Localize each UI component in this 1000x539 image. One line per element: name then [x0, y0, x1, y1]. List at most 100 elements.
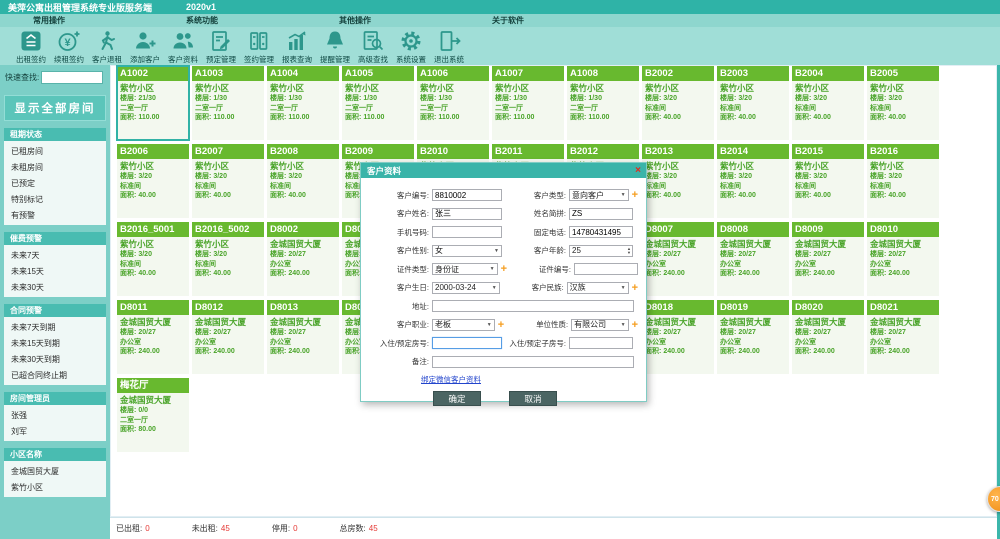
customer-id-field[interactable] — [432, 189, 502, 201]
room-card[interactable]: A1006紫竹小区楼层:1/30二室一厅面积:110.00 — [417, 66, 489, 140]
toolbar-button-lease-sign[interactable]: 出租签约 — [12, 27, 50, 65]
customer-birthday-select[interactable]: 2000-03-24▼ — [432, 282, 500, 294]
sidebar-item[interactable]: 未来30天到期 — [4, 351, 106, 367]
room-card[interactable]: B2013紫竹小区楼层:3/20标准间面积:40.00 — [642, 144, 714, 218]
customer-name-field[interactable] — [432, 208, 502, 220]
sidebar-item[interactable]: 特别标记 — [4, 191, 106, 207]
toolbar-button-reservation[interactable]: 预定管理 — [202, 27, 240, 65]
address-field[interactable] — [432, 300, 634, 312]
toolbar-button-report[interactable]: 报表查询 — [278, 27, 316, 65]
add-option-icon[interactable]: + — [632, 320, 638, 330]
quick-search-input[interactable] — [41, 71, 103, 84]
room-area-value: 40.00 — [288, 192, 306, 199]
id-type-select[interactable]: 身份证▼ — [432, 263, 498, 275]
toolbar-button-contract[interactable]: 签约管理 — [240, 27, 278, 65]
sidebar-item[interactable]: 紫竹小区 — [4, 479, 106, 495]
toolbar-button-advanced-search[interactable]: 高级查找 — [354, 27, 392, 65]
menu-item-4[interactable]: 关于软件 — [492, 15, 612, 26]
room-card[interactable]: B2003紫竹小区楼层:3/20标准间面积:40.00 — [717, 66, 789, 140]
room-card[interactable]: A1004紫竹小区楼层:1/30二室一厅面积:110.00 — [267, 66, 339, 140]
company-type-select[interactable]: 有限公司▼ — [571, 319, 628, 331]
sidebar-item[interactable]: 未来15天到期 — [4, 335, 106, 351]
room-card[interactable]: 梅花厅金城国贸大厦楼层:0/0二室一厅面积:80.00 — [117, 378, 189, 452]
spinner-down-icon[interactable]: ▼ — [627, 251, 631, 255]
toolbar-button-customer-info[interactable]: 客户资料 — [164, 27, 202, 65]
sidebar-item[interactable]: 未来7天到期 — [4, 319, 106, 335]
add-option-icon[interactable]: + — [632, 190, 638, 200]
remark-field[interactable] — [432, 356, 634, 368]
toolbar-button-exit[interactable]: 退出系统 — [430, 27, 468, 65]
sidebar-item[interactable]: 金城国贸大厦 — [4, 463, 106, 479]
room-card[interactable]: A1002紫竹小区楼层:21/30二室一厅面积:110.00 — [117, 66, 189, 140]
spinner-arrows-icon[interactable]: ▲▼ — [627, 247, 631, 255]
ok-button[interactable]: 确定 — [433, 391, 481, 406]
room-card[interactable]: D8011金城国贸大厦楼层:20/27办公室面积:240.00 — [117, 300, 189, 374]
menu-item-1[interactable]: 常用操作 — [33, 15, 153, 26]
room-type: 办公室 — [195, 338, 261, 348]
toolbar-button-settings[interactable]: 系统设置 — [392, 27, 430, 65]
sub-room-number-field[interactable] — [569, 337, 633, 349]
id-number-field[interactable] — [574, 263, 638, 275]
show-all-rooms-button[interactable]: 显示全部房间 — [4, 95, 106, 121]
customer-type-select[interactable]: 意向客户▼ — [569, 189, 629, 201]
sidebar-item[interactable]: 有预警 — [4, 207, 106, 223]
room-card[interactable]: B2008紫竹小区楼层:3/20标准间面积:40.00 — [267, 144, 339, 218]
room-card[interactable]: A1008紫竹小区楼层:1/30二室一厅面积:110.00 — [567, 66, 639, 140]
room-card[interactable]: D8019金城国贸大厦楼层:20/27办公室面积:240.00 — [717, 300, 789, 374]
sidebar-item[interactable]: 未租房间 — [4, 159, 106, 175]
toolbar-button-reminder[interactable]: 提醒管理 — [316, 27, 354, 65]
room-card[interactable]: B2016_5001紫竹小区楼层:3/20标准间面积:40.00 — [117, 222, 189, 296]
sidebar-item[interactable]: 已预定 — [4, 175, 106, 191]
customer-ethnicity-select[interactable]: 汉族▼ — [567, 282, 629, 294]
customer-age-spinner[interactable]: 25▲▼ — [569, 245, 633, 257]
occupation-select[interactable]: 老板▼ — [432, 319, 495, 331]
room-card[interactable]: D8009金城国贸大厦楼层:20/27办公室面积:240.00 — [792, 222, 864, 296]
close-icon[interactable]: × — [635, 166, 641, 176]
sidebar-item[interactable]: 未来30天 — [4, 279, 106, 295]
toolbar-button-customer-checkout[interactable]: 客户退租 — [88, 27, 126, 65]
cancel-button[interactable]: 取消 — [509, 391, 557, 406]
room-card[interactable]: D8002金城国贸大厦楼层:20/27办公室面积:240.00 — [267, 222, 339, 296]
room-card[interactable]: D8021金城国贸大厦楼层:20/27办公室面积:240.00 — [867, 300, 939, 374]
room-card[interactable]: A1007紫竹小区楼层:1/30二室一厅面积:110.00 — [492, 66, 564, 140]
landline-number-field[interactable] — [569, 226, 633, 238]
room-number-field[interactable] — [432, 337, 502, 349]
room-card[interactable]: B2004紫竹小区楼层:3/20标准间面积:40.00 — [792, 66, 864, 140]
sidebar-item[interactable]: 刘军 — [4, 423, 106, 439]
room-card[interactable]: B2002紫竹小区楼层:3/20标准间面积:40.00 — [642, 66, 714, 140]
wechat-bind-link[interactable]: 绑定微信客户资料 — [421, 374, 646, 385]
room-card[interactable]: D8013金城国贸大厦楼层:20/27办公室面积:240.00 — [267, 300, 339, 374]
menu-item-3[interactable]: 其他操作 — [339, 15, 459, 26]
name-pinyin-field[interactable] — [569, 208, 633, 220]
room-card[interactable]: A1003紫竹小区楼层:1/30二室一厅面积:110.00 — [192, 66, 264, 140]
room-card[interactable]: D8012金城国贸大厦楼层:20/27办公室面积:240.00 — [192, 300, 264, 374]
toolbar-button-renew-sign[interactable]: ¥续租签约 — [50, 27, 88, 65]
room-card[interactable]: D8018金城国贸大厦楼层:20/27办公室面积:240.00 — [642, 300, 714, 374]
room-card[interactable]: B2015紫竹小区楼层:3/20标准间面积:40.00 — [792, 144, 864, 218]
room-card[interactable]: B2007紫竹小区楼层:3/20标准间面积:40.00 — [192, 144, 264, 218]
room-card[interactable]: A1005紫竹小区楼层:1/30二室一厅面积:110.00 — [342, 66, 414, 140]
sidebar-item[interactable]: 张强 — [4, 407, 106, 423]
room-card[interactable]: B2016紫竹小区楼层:3/20标准间面积:40.00 — [867, 144, 939, 218]
add-option-icon[interactable]: + — [632, 283, 638, 293]
room-type: 二室一厅 — [120, 104, 186, 114]
room-number: B2016_5002 — [192, 222, 264, 237]
room-card[interactable]: B2014紫竹小区楼层:3/20标准间面积:40.00 — [717, 144, 789, 218]
sidebar-item[interactable]: 未来7天 — [4, 247, 106, 263]
customer-gender-select[interactable]: 女▼ — [432, 245, 502, 257]
sidebar-item[interactable]: 未来15天 — [4, 263, 106, 279]
toolbar-button-add-customer[interactable]: 添加客户 — [126, 27, 164, 65]
sidebar-item[interactable]: 已租房间 — [4, 143, 106, 159]
reminder-icon — [322, 29, 348, 53]
menu-item-2[interactable]: 系统功能 — [186, 15, 306, 26]
room-card[interactable]: B2005紫竹小区楼层:3/20标准间面积:40.00 — [867, 66, 939, 140]
room-card[interactable]: D8008金城国贸大厦楼层:20/27办公室面积:240.00 — [717, 222, 789, 296]
mobile-number-field[interactable] — [432, 226, 502, 238]
room-card[interactable]: B2006紫竹小区楼层:3/20标准间面积:40.00 — [117, 144, 189, 218]
room-card[interactable]: B2016_5002紫竹小区楼层:3/20标准间面积:40.00 — [192, 222, 264, 296]
room-card[interactable]: D8007金城国贸大厦楼层:20/27办公室面积:240.00 — [642, 222, 714, 296]
room-card[interactable]: D8010金城国贸大厦楼层:20/27办公室面积:240.00 — [867, 222, 939, 296]
sidebar-item[interactable]: 已超合同终止期 — [4, 367, 106, 383]
room-card[interactable]: D8020金城国贸大厦楼层:20/27办公室面积:240.00 — [792, 300, 864, 374]
room-floor-label: 楼层: — [645, 95, 661, 102]
